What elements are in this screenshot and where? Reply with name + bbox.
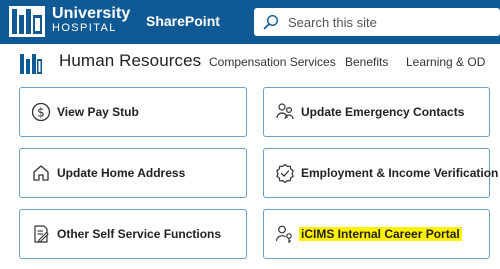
quicklink-view-pay-stub[interactable]: $ View Pay Stub [19, 87, 247, 137]
card-label: View Pay Stub [57, 105, 139, 119]
quicklink-other-self-service-functions[interactable]: Other Self Service Functions [19, 209, 247, 259]
card-label-highlighted: iCIMS Internal Career Portal [299, 227, 462, 241]
quicklink-employment-income-verification[interactable]: Employment & Income Verification [263, 148, 498, 198]
site-title[interactable]: Human Resources [59, 51, 201, 71]
verified-badge-icon [276, 163, 294, 183]
form-edit-icon [34, 225, 49, 243]
quicklink-update-emergency-contacts[interactable]: Update Emergency Contacts [263, 87, 490, 137]
card-label: Update Emergency Contacts [301, 105, 465, 119]
card-label: Update Home Address [57, 166, 186, 180]
svg-text:$: $ [37, 105, 45, 119]
search-input[interactable] [288, 12, 488, 32]
app-name-link[interactable]: SharePoint [146, 13, 220, 29]
university-hospital-logo-icon[interactable] [9, 6, 45, 37]
search-box[interactable] [254, 8, 500, 36]
people-icon [276, 103, 294, 120]
suite-bar: University HOSPITAL SharePoint [0, 0, 500, 44]
person-key-icon [275, 225, 292, 243]
quicklink-update-home-address[interactable]: Update Home Address [19, 148, 247, 198]
site-header: Human Resources Compensation Services Be… [0, 44, 500, 80]
nav-link-compensation-services[interactable]: Compensation Services [209, 55, 336, 69]
logo-line-2: HOSPITAL [52, 22, 117, 34]
card-label: Other Self Service Functions [57, 227, 222, 241]
nav-link-benefits[interactable]: Benefits [345, 55, 388, 69]
search-icon [263, 14, 279, 30]
site-logo-icon[interactable] [19, 53, 43, 75]
quicklink-icims-internal-career-portal[interactable]: iCIMS Internal Career Portal [263, 209, 490, 259]
card-label: Employment & Income Verification [301, 166, 499, 180]
logo-line-1: University [52, 5, 131, 22]
dollar-circle-icon: $ [31, 102, 51, 122]
logo-text[interactable]: University HOSPITAL [52, 5, 130, 34]
nav-link-learning-od[interactable]: Learning & OD [406, 55, 485, 69]
home-icon [33, 165, 49, 181]
